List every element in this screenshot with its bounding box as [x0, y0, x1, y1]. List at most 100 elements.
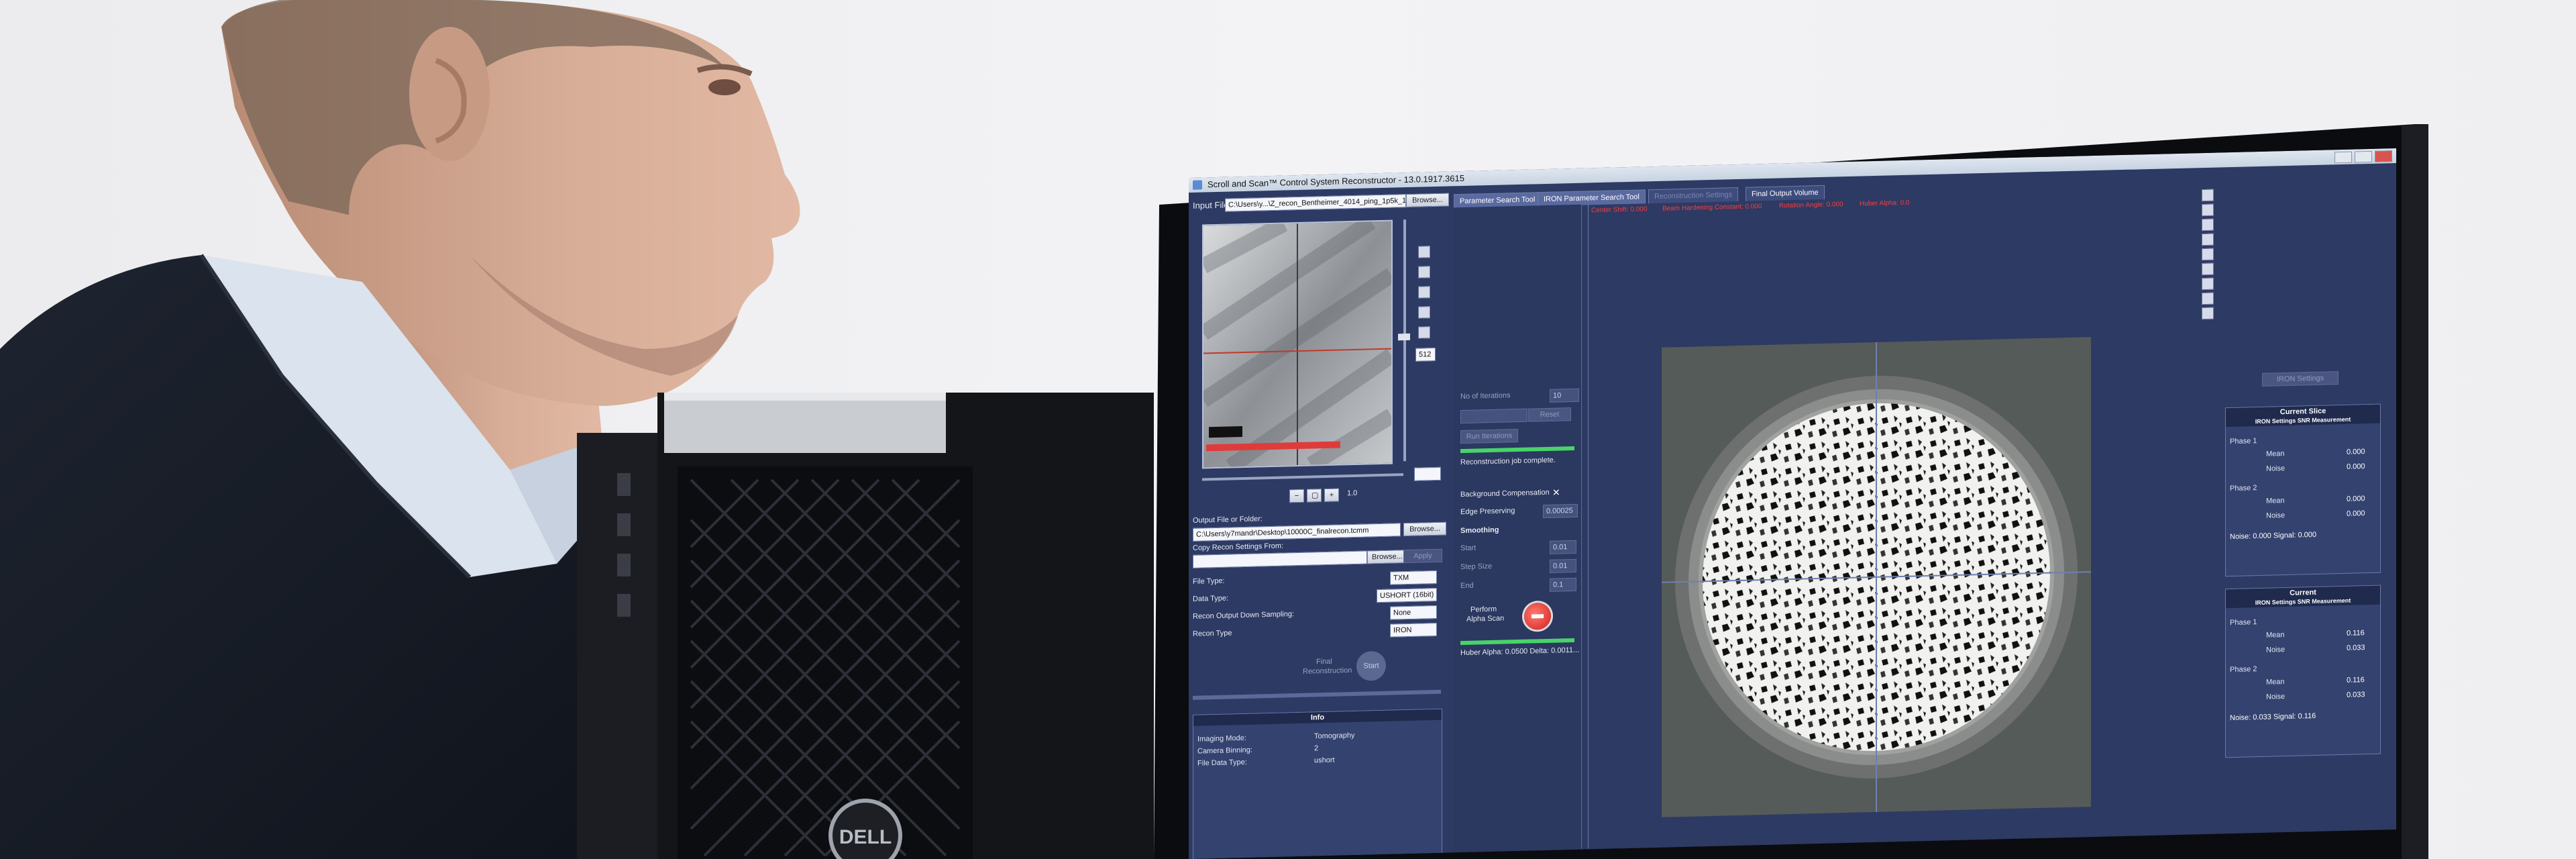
mean-label: Mean	[2266, 497, 2285, 505]
toolbar-rotate-icon[interactable]	[2202, 233, 2214, 246]
output-browse-button[interactable]: Browse...	[1403, 521, 1446, 537]
end-label: End	[1460, 581, 1474, 591]
toolbar-roi-icon[interactable]	[2202, 277, 2214, 291]
alpha-scan-label-1: Perform	[1470, 605, 1497, 614]
step-size-field[interactable]: 0.01	[1550, 558, 1576, 573]
data-type-label: Data Type:	[1193, 594, 1228, 603]
minimize-button[interactable]	[2334, 151, 2352, 164]
input-file-label: Input File	[1193, 199, 1229, 211]
zoom-level: 1.0	[1347, 489, 1358, 498]
phase-2-label: Phase 2	[2230, 665, 2257, 674]
snr-summary: Noise: 0.000 Signal: 0.000	[2230, 530, 2317, 542]
info-row-label: Camera Binning:	[1197, 746, 1252, 756]
final-recon-progress	[1193, 689, 1441, 700]
reconstructed-slice-image	[1662, 342, 2091, 812]
phase-1-noise: 0.000	[2347, 462, 2365, 471]
toolbar-crosshair-icon[interactable]	[2202, 248, 2214, 261]
zoom-fit-button[interactable]: ▢	[1307, 489, 1322, 503]
tool-strip	[2202, 189, 2216, 358]
file-type-label: File Type:	[1193, 576, 1225, 586]
slice-number-field[interactable]: 512	[1415, 348, 1436, 362]
start-field[interactable]: 0.01	[1550, 540, 1576, 554]
run-iterations-button[interactable]: Run Iterations	[1460, 429, 1518, 444]
close-button[interactable]	[2375, 150, 2392, 162]
projection-image	[1202, 219, 1393, 469]
copy-apply-button[interactable]: Apply	[1403, 548, 1442, 564]
reset-button[interactable]: Reset	[1528, 407, 1571, 422]
mean-label: Mean	[2266, 631, 2285, 640]
downsample-label: Recon Output Down Sampling:	[1193, 610, 1295, 621]
preview-tool-2-icon[interactable]	[1418, 266, 1430, 279]
edge-preserving-field[interactable]: 0.00025	[1543, 503, 1578, 519]
end-field[interactable]: 0.1	[1550, 577, 1576, 592]
iron-settings-button[interactable]: IRON Settings	[2262, 371, 2339, 387]
frame-field[interactable]	[1414, 466, 1441, 481]
preview-tool-4-icon[interactable]	[1418, 306, 1430, 319]
recon-type-label: Recon Type	[1193, 629, 1232, 638]
input-browse-button[interactable]: Browse...	[1406, 193, 1449, 208]
desktop-tower-pc: DELL	[577, 393, 1154, 859]
preview-horizontal-slider[interactable]	[1202, 473, 1403, 481]
phase-2-mean: 0.116	[2347, 676, 2365, 685]
toolbar-pointer-icon[interactable]	[2202, 189, 2214, 202]
toolbar-zoom-icon[interactable]	[2202, 218, 2214, 232]
input-file-field[interactable]: C:\Users\y...\Z_recon_Bentheimer_4014_pi…	[1225, 194, 1406, 212]
info-panel: Info Imaging Mode: Tomography Camera Bin…	[1193, 708, 1442, 859]
phase-2-label: Phase 2	[2230, 484, 2257, 493]
phase-1-label: Phase 1	[2230, 618, 2257, 627]
noise-label: Noise	[2266, 693, 2286, 701]
info-row-value: Tomography	[1314, 731, 1355, 741]
noise-label: Noise	[2266, 511, 2286, 520]
noise-label: Noise	[2266, 646, 2286, 654]
preview-tool-3-icon[interactable]	[1418, 286, 1430, 299]
file-type-select[interactable]: TXM	[1390, 570, 1437, 585]
edge-preserving-label: Edge Preserving	[1460, 507, 1515, 517]
app-icon	[1193, 180, 1202, 190]
output-file-field[interactable]: C:\Users\y7mandr\Desktop\10000C_finalrec…	[1193, 523, 1401, 542]
snr-summary: Noise: 0.033 Signal: 0.116	[2230, 711, 2316, 723]
alpha-scan-icon	[1532, 614, 1544, 619]
final-recon-label-1: Final	[1316, 657, 1332, 666]
slice-image-frame	[1662, 337, 2091, 817]
toolbar-pan-icon[interactable]	[2202, 203, 2214, 217]
info-row-value: ushort	[1314, 756, 1335, 765]
iterations-field[interactable]: 10	[1550, 388, 1579, 403]
phase-2-noise: 0.000	[2347, 509, 2365, 518]
iterations-label: No of Iterations	[1460, 391, 1511, 401]
recon-type-select[interactable]: IRON	[1390, 622, 1437, 638]
dell-logo: DELL	[839, 826, 892, 848]
data-type-select[interactable]: USHORT (16bit)	[1377, 587, 1437, 603]
preview-tool-1-icon[interactable]	[1418, 246, 1430, 258]
maximize-button[interactable]	[2355, 150, 2372, 163]
final-recon-label-2: Reconstruction	[1303, 666, 1352, 676]
info-header: Info	[1193, 709, 1442, 726]
phase-2-mean: 0.000	[2347, 495, 2365, 503]
application-screen: Scroll and Scan™ Control System Reconstr…	[1189, 148, 2396, 859]
copy-settings-label: Copy Recon Settings From:	[1193, 542, 1284, 552]
info-row-label: File Data Type:	[1197, 758, 1247, 768]
copy-settings-field[interactable]	[1193, 550, 1367, 568]
toolbar-histogram-icon[interactable]	[2202, 292, 2214, 305]
mean-label: Mean	[2266, 450, 2285, 458]
phase-1-mean: 0.116	[2347, 629, 2365, 638]
final-recon-start-button[interactable]: Start	[1356, 650, 1386, 681]
info-row-label: Imaging Mode:	[1197, 734, 1246, 744]
preview-vertical-slider-thumb[interactable]	[1398, 333, 1410, 341]
phase-1-noise: 0.033	[2347, 644, 2365, 652]
monitor: Scroll and Scan™ Control System Reconstr…	[1154, 124, 2428, 859]
projection-preview	[1202, 219, 1393, 469]
zoom-out-button[interactable]: −	[1289, 489, 1304, 503]
info-row-value: 2	[1314, 744, 1319, 753]
preview-tool-5-icon[interactable]	[1418, 326, 1430, 339]
alpha-scan-label-2: Alpha Scan	[1466, 614, 1505, 623]
downsample-select[interactable]: None	[1390, 605, 1437, 620]
phase-1-mean: 0.000	[2347, 448, 2365, 456]
mean-label: Mean	[2266, 678, 2285, 687]
toolbar-settings-icon[interactable]	[2202, 307, 2214, 320]
zoom-in-button[interactable]: +	[1324, 488, 1339, 503]
toolbar-measure-icon[interactable]	[2202, 262, 2214, 276]
bg-compensation-checkbox[interactable]: ✕	[1552, 487, 1560, 498]
start-label: Start	[1460, 544, 1477, 553]
phase-1-label: Phase 1	[2230, 437, 2257, 446]
copy-browse-button[interactable]: Browse...	[1367, 550, 1406, 564]
